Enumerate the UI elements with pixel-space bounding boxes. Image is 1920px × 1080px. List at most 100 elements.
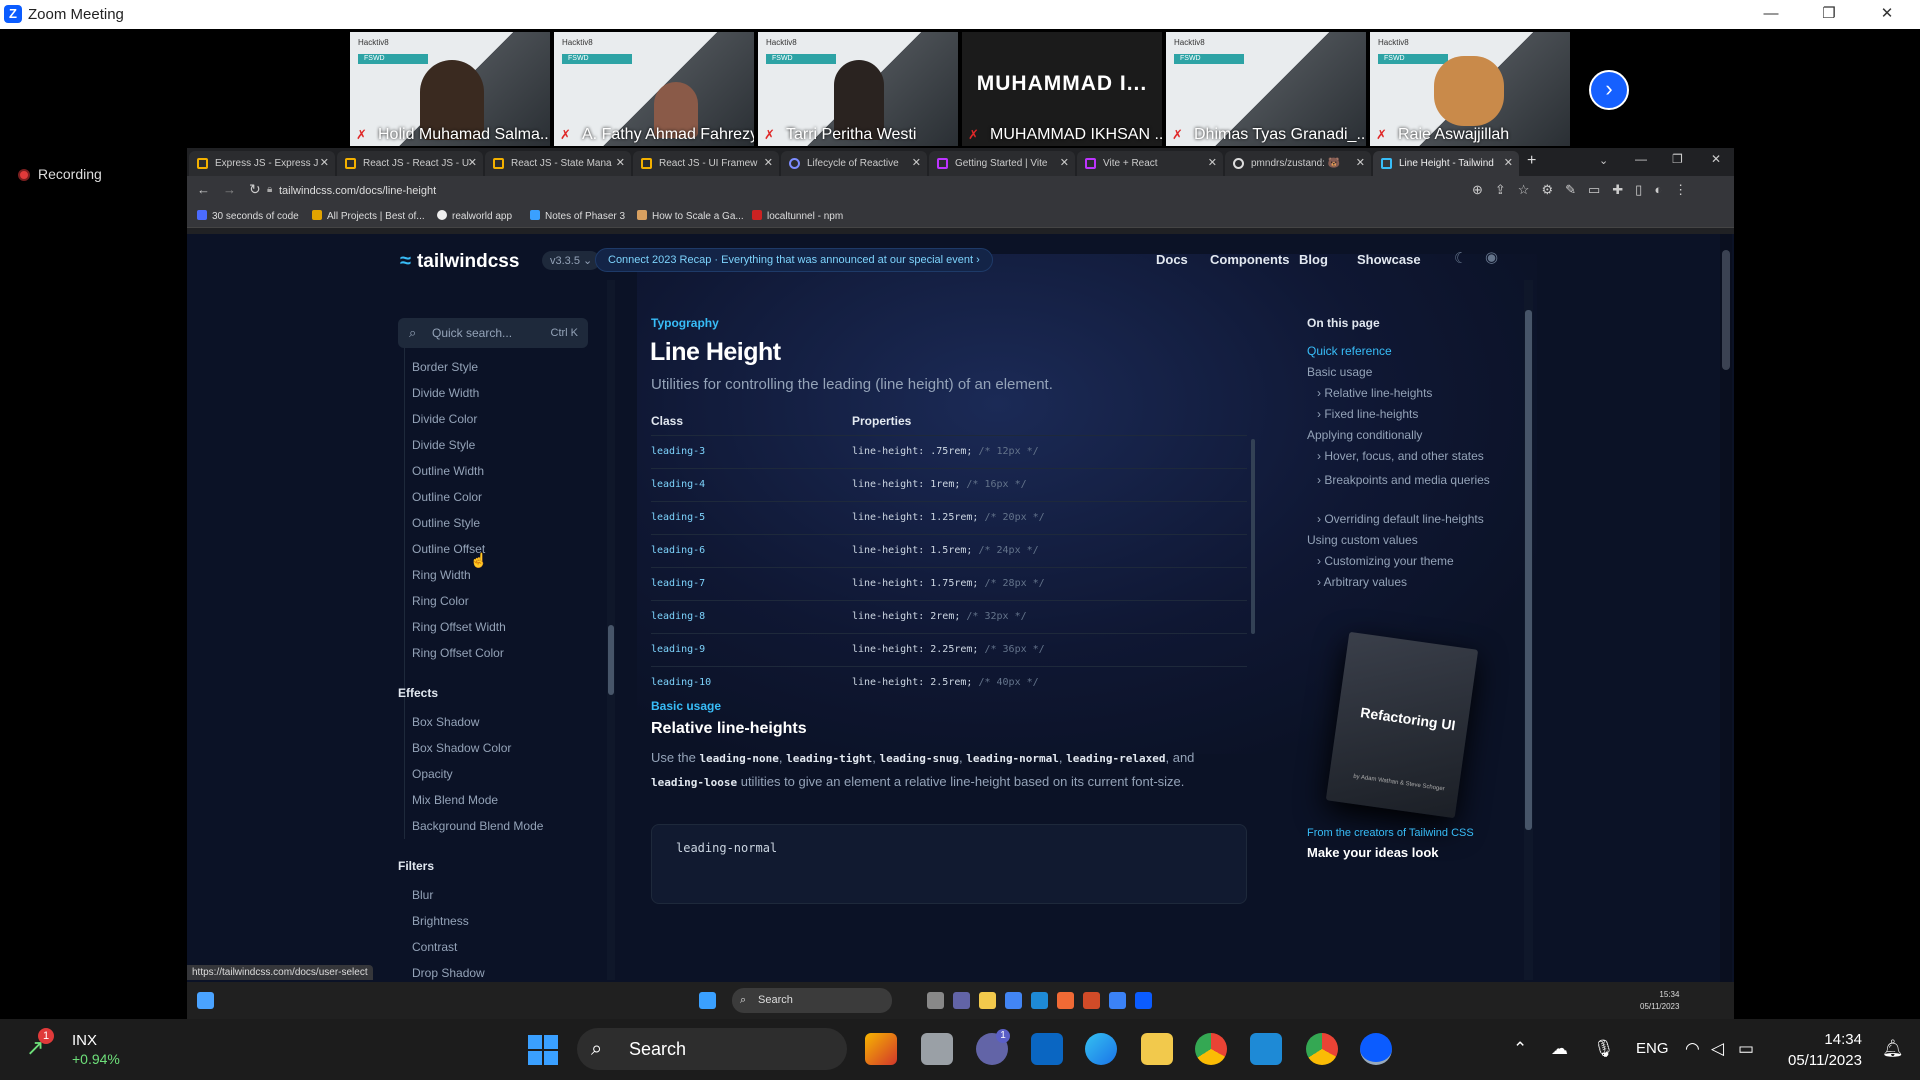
- teams-icon[interactable]: [953, 992, 970, 1009]
- close-tab-icon[interactable]: ✕: [1208, 151, 1217, 176]
- sidebar-link[interactable]: Opacity: [412, 767, 453, 781]
- windows-start-icon[interactable]: [528, 1035, 558, 1065]
- toc-link[interactable]: › Arbitrary values: [1317, 575, 1407, 589]
- sidebar-link[interactable]: Mix Blend Mode: [412, 793, 498, 807]
- toc-link[interactable]: › Fixed line-heights: [1317, 407, 1418, 421]
- vscode-icon[interactable]: [1250, 1033, 1282, 1065]
- microphone-icon[interactable]: 🎙︎: [1593, 1039, 1615, 1059]
- toc-link[interactable]: Quick reference: [1307, 344, 1392, 358]
- scrollbar-thumb[interactable]: [1525, 310, 1532, 830]
- task-view-icon[interactable]: [927, 992, 944, 1009]
- battery-icon[interactable]: ▭: [1738, 1039, 1754, 1059]
- browser-tab[interactable]: Getting Started | Vite ✕: [929, 151, 1075, 176]
- file-explorer-icon[interactable]: [979, 992, 996, 1009]
- browser-tab-active[interactable]: Line Height - Tailwind ✕: [1373, 151, 1519, 176]
- sidebar-link[interactable]: Drop Shadow: [412, 966, 485, 980]
- sidebar-link[interactable]: Divide Color: [412, 412, 477, 426]
- nav-docs[interactable]: Docs: [1156, 252, 1188, 267]
- refactoring-ui-book-image[interactable]: Refactoring UI by Adam Wathan & Steve Sch…: [1325, 631, 1479, 819]
- system-clock[interactable]: 14:34 05/11/2023: [1788, 1029, 1862, 1071]
- sidebar-link[interactable]: Outline Width: [412, 464, 484, 478]
- sidebar-link[interactable]: Outline Style: [412, 516, 480, 530]
- recording-indicator[interactable]: Recording: [18, 166, 102, 182]
- toc-link[interactable]: › Customizing your theme: [1317, 554, 1454, 568]
- taskbar-search[interactable]: ⌕ Search: [577, 1028, 847, 1070]
- participant-tile[interactable]: Hacktiv8 FSWD ✗ Raie Aswajjillah: [1370, 32, 1570, 146]
- new-tab-icon[interactable]: +: [1527, 152, 1536, 170]
- toc-scrollbar[interactable]: [1524, 280, 1533, 980]
- sidebar-link[interactable]: Background Blend Mode: [412, 819, 543, 833]
- participant-tile[interactable]: Hacktiv8 FSWD ✗ Tarri Peritha Westi: [758, 32, 958, 146]
- browser-tab[interactable]: Express JS - Express J ✕: [189, 151, 335, 176]
- language-indicator[interactable]: ENG: [1636, 1040, 1669, 1057]
- sidebar-link[interactable]: Ring Offset Color: [412, 646, 504, 660]
- browser-tab[interactable]: React JS - UI Framew ✕: [633, 151, 779, 176]
- version-dropdown[interactable]: v3.3.5 ⌄: [542, 251, 601, 270]
- zoom-taskbar-icon[interactable]: [1360, 1033, 1392, 1065]
- promo-source[interactable]: From the creators of Tailwind CSS: [1307, 827, 1474, 839]
- tab-search-icon[interactable]: ⌄: [1599, 154, 1608, 167]
- widgets-icon[interactable]: [197, 992, 214, 1009]
- sidebar-scrollbar[interactable]: [607, 280, 615, 980]
- browser-close-icon[interactable]: ✕: [1711, 152, 1721, 166]
- browser-tab[interactable]: Lifecycle of Reactive ✕: [781, 151, 927, 176]
- toc-link[interactable]: Applying conditionally: [1307, 428, 1422, 442]
- back-icon[interactable]: ←: [197, 182, 210, 197]
- tailwind-logo[interactable]: ≈ tailwindcss: [400, 250, 519, 273]
- nav-blog[interactable]: Blog: [1299, 252, 1328, 267]
- notifications-icon[interactable]: 🔔︎: [1882, 1039, 1904, 1059]
- page-scrollbar[interactable]: [1720, 234, 1732, 982]
- sidebar-link[interactable]: Brightness: [412, 914, 469, 928]
- toc-link[interactable]: › Hover, focus, and other states: [1317, 449, 1484, 463]
- bookmark-item[interactable]: How to Scale a Ga...: [637, 210, 744, 222]
- volume-icon[interactable]: ◁: [1711, 1039, 1724, 1059]
- tray-overflow-icon[interactable]: ⌃: [1513, 1039, 1527, 1059]
- close-tab-icon[interactable]: ✕: [320, 151, 329, 176]
- forward-icon[interactable]: →: [223, 182, 236, 197]
- close-tab-icon[interactable]: ✕: [1356, 151, 1365, 176]
- sidebar-link[interactable]: Border Style: [412, 360, 478, 374]
- app-icon[interactable]: [1109, 992, 1126, 1009]
- browser-tab[interactable]: React JS - State Mana ✕: [485, 151, 631, 176]
- sidebar-link[interactable]: Blur: [412, 888, 433, 902]
- scrollbar-thumb[interactable]: [1722, 250, 1730, 370]
- browser-restore-icon[interactable]: ❐: [1672, 152, 1683, 166]
- toc-link[interactable]: › Overriding default line-heights: [1317, 512, 1484, 526]
- chrome-icon[interactable]: [1005, 992, 1022, 1009]
- restore-button[interactable]: ❐: [1809, 3, 1849, 25]
- wifi-icon[interactable]: ◠: [1685, 1039, 1700, 1059]
- toc-link[interactable]: › Breakpoints and media queries: [1317, 470, 1497, 490]
- sidebar-link[interactable]: Ring Offset Width: [412, 620, 506, 634]
- reload-icon[interactable]: ↻: [249, 181, 261, 198]
- participant-tile[interactable]: MUHAMMAD I... ✗ MUHAMMAD IKHSAN ...: [962, 32, 1162, 146]
- copilot-icon[interactable]: [865, 1033, 897, 1065]
- scrollbar-thumb[interactable]: [608, 625, 614, 695]
- postman-icon[interactable]: [1057, 992, 1074, 1009]
- url-field[interactable]: tailwindcss.com/docs/line-height: [279, 181, 1179, 201]
- nav-components[interactable]: Components: [1210, 252, 1289, 267]
- sidebar-link[interactable]: Ring Width: [412, 568, 471, 582]
- close-button[interactable]: ✕: [1867, 3, 1907, 25]
- start-icon[interactable]: [699, 992, 716, 1009]
- sidebar-link[interactable]: Box Shadow: [412, 715, 479, 729]
- participant-tile[interactable]: Hacktiv8 FSWD ✗ Holid Muhamad Salma...: [350, 32, 550, 146]
- close-tab-icon[interactable]: ✕: [616, 151, 625, 176]
- recap-banner[interactable]: Connect 2023 Recap · Everything that was…: [595, 248, 993, 272]
- vscode-icon[interactable]: [1031, 992, 1048, 1009]
- sidebar-link[interactable]: Divide Style: [412, 438, 475, 452]
- toc-link[interactable]: › Relative line-heights: [1317, 386, 1432, 400]
- file-explorer-icon[interactable]: [1141, 1033, 1173, 1065]
- teams-icon[interactable]: 1: [976, 1029, 1010, 1065]
- bookmark-item[interactable]: 30 seconds of code: [197, 210, 299, 222]
- bookmark-item[interactable]: localtunnel - npm: [752, 210, 843, 222]
- onedrive-icon[interactable]: ☁: [1551, 1039, 1568, 1059]
- theme-toggle-icon[interactable]: ☾: [1454, 249, 1467, 267]
- close-tab-icon[interactable]: ✕: [1504, 151, 1513, 176]
- sidebar-link[interactable]: Ring Color: [412, 594, 469, 608]
- extension-icons[interactable]: ⊕⇪☆⚙✎▭✚▯◐⋮: [1472, 182, 1699, 198]
- task-view-icon[interactable]: [921, 1033, 953, 1065]
- close-tab-icon[interactable]: ✕: [1060, 151, 1069, 176]
- chrome-profile-icon[interactable]: [1306, 1033, 1338, 1065]
- table-scrollbar[interactable]: [1251, 439, 1255, 634]
- edge-icon[interactable]: [1085, 1033, 1117, 1065]
